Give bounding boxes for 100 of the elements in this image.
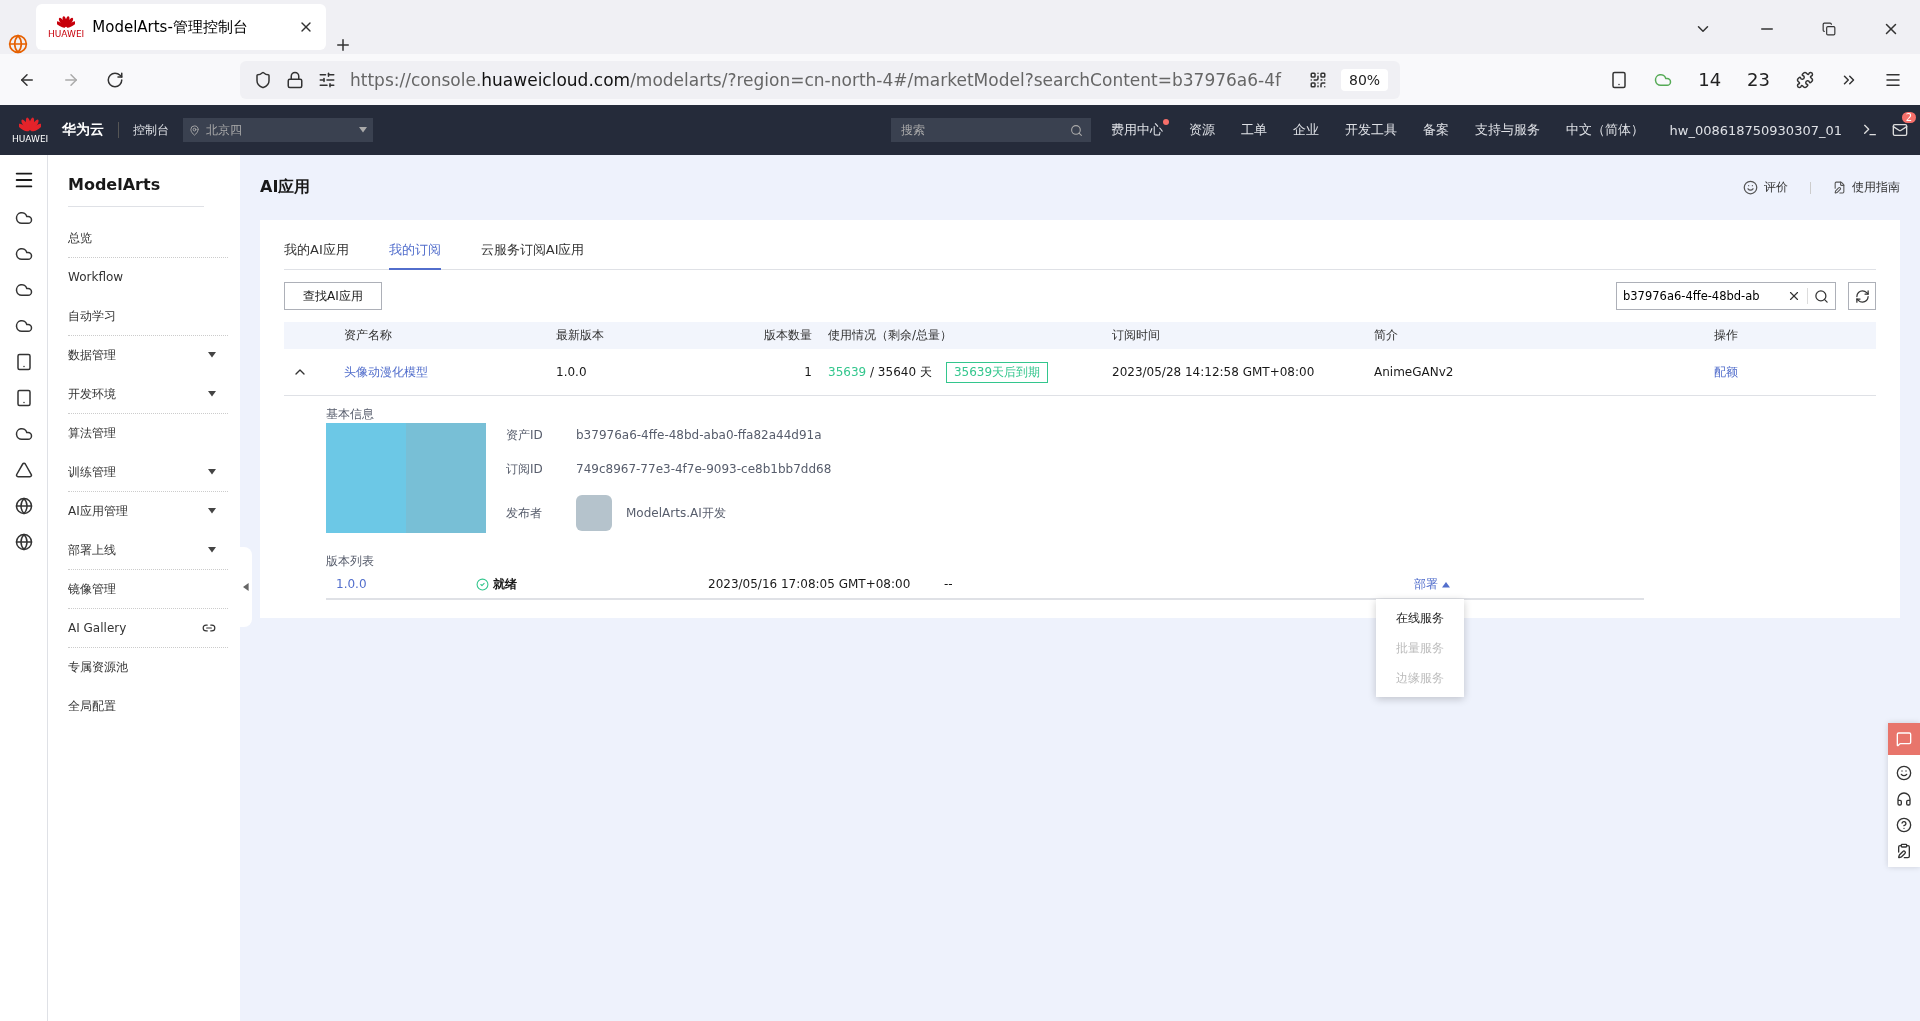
tab[interactable]: 我的订阅 <box>388 231 441 270</box>
menu-item[interactable]: 在线服务 <box>1376 603 1464 633</box>
address-bar[interactable]: https://console.huaweicloud.com/modelarts/?region=cn-north-4#/marketModel?searchContent=b37976a6-4f 80% <box>240 60 1400 99</box>
cloud-icon[interactable] <box>14 317 33 335</box>
smile-icon[interactable] <box>1896 765 1912 781</box>
logo-text: HUAWEI <box>48 29 85 40</box>
huawei-logo-icon <box>57 14 76 30</box>
new-tab-icon[interactable] <box>334 36 352 54</box>
tab-title: ModelArts-管理控制台 <box>92 17 249 37</box>
qr-code-icon[interactable] <box>1309 70 1327 89</box>
tablet-icon[interactable] <box>14 353 33 371</box>
caret-icon <box>1441 581 1450 588</box>
nav-item[interactable]: 中文（简体） <box>1559 121 1650 139</box>
nav-item[interactable]: 备案 <box>1416 121 1455 139</box>
sidebar-item[interactable]: 数据管理 <box>68 336 228 375</box>
mail-icon[interactable] <box>1892 122 1908 138</box>
sidebar-item[interactable]: 总览 <box>68 219 228 258</box>
version-link[interactable]: 1.0.0 <box>336 577 367 591</box>
lock-icon <box>286 70 304 89</box>
sidebar-item[interactable]: 全局配置 <box>68 687 228 726</box>
rate-link[interactable]: 评价 <box>1743 179 1788 196</box>
chat-button[interactable] <box>1888 723 1920 755</box>
sidebar-item[interactable]: AI Gallery <box>68 609 228 648</box>
extension-count[interactable]: 14 <box>1698 69 1722 90</box>
nav-item[interactable]: 费用中心 <box>1104 121 1169 139</box>
console-link[interactable]: 控制台 <box>133 121 170 139</box>
nav-item[interactable]: hw_008618750930307_01 <box>1663 122 1848 138</box>
avatar-placeholder <box>576 495 612 532</box>
sidebar-item[interactable]: Workflow <box>68 258 228 297</box>
find-button[interactable]: 查找AI应用 <box>284 282 382 310</box>
reload-icon[interactable] <box>106 70 124 89</box>
nav-item[interactable]: 企业 <box>1286 121 1325 139</box>
link-icon <box>202 621 216 635</box>
sidebar-item[interactable]: 专属资源池 <box>68 648 228 687</box>
expiry-tag: 35639天后到期 <box>945 361 1049 383</box>
field-label: 资产ID <box>506 426 544 444</box>
caret-icon <box>208 547 216 553</box>
quota-link[interactable]: 配额 <box>1714 363 1738 381</box>
table-cell-text: 1.0.0 <box>555 365 588 379</box>
table-cell-text: AnimeGANv2 <box>1373 365 1455 379</box>
search-box[interactable]: 搜索 <box>890 118 1091 142</box>
mail-badge: 2 <box>1901 112 1916 123</box>
column-header: 简介 <box>1373 327 1399 344</box>
restore-icon[interactable] <box>1822 22 1836 36</box>
globe-icon[interactable] <box>14 497 33 515</box>
extension-count[interactable]: 23 <box>1747 69 1770 90</box>
collapse-handle[interactable] <box>240 547 252 627</box>
terminal-icon[interactable] <box>1862 122 1878 138</box>
help-icon[interactable] <box>1896 817 1912 833</box>
nav-item[interactable]: 支持与服务 <box>1468 121 1546 139</box>
search-icon[interactable] <box>1814 288 1829 304</box>
edit-icon[interactable] <box>1896 843 1912 859</box>
usage-text: 35639 / 35640 天 <box>828 363 932 381</box>
caret-icon <box>208 391 216 397</box>
tablet-icon[interactable] <box>14 389 33 407</box>
zoom-level[interactable]: 80% <box>1341 68 1389 91</box>
sidebar-title: ModelArts <box>68 171 204 207</box>
nav-item[interactable]: 工单 <box>1234 121 1273 139</box>
search-field[interactable]: 搜索 <box>898 122 1070 138</box>
column-header: 使用情况（剩余/总量） <box>827 327 954 344</box>
nav-item[interactable]: 资源 <box>1182 121 1221 139</box>
sidebar-item[interactable]: 开发环境 <box>68 375 228 414</box>
sidebar-item[interactable]: 自动学习 <box>68 297 228 336</box>
refresh-button[interactable] <box>1848 282 1876 310</box>
triangle-icon[interactable] <box>14 461 33 479</box>
nav-item[interactable]: 开发工具 <box>1338 121 1403 139</box>
field-label: 发布者 <box>506 504 543 522</box>
url-text: https://console.huaweicloud.com/modelarts/?region=cn-north-4#/marketModel?searchContent=b37976a6-4f <box>350 69 1281 90</box>
collapse-arrow-icon <box>243 583 249 591</box>
search-box[interactable]: b37976a6-4ffe-48bd-ab <box>1616 282 1836 310</box>
tab[interactable]: 我的AI应用 <box>284 231 349 270</box>
browser-logo-icon <box>8 34 28 54</box>
table-cell-text: 2023/05/28 14:12:58 GMT+08:00 <box>1111 365 1316 379</box>
table-cell-text: -- <box>944 577 954 591</box>
field-label: 订阅ID <box>506 461 544 478</box>
tab[interactable]: 云服务订阅AI应用 <box>480 231 585 270</box>
cloud-icon[interactable] <box>14 425 33 443</box>
region-select[interactable]: 北京四 <box>183 118 374 142</box>
sidebar-item[interactable]: 镜像管理 <box>68 570 228 609</box>
caret-icon <box>208 508 216 514</box>
sidebar-item[interactable]: 训练管理 <box>68 453 228 492</box>
smile-icon <box>1743 180 1758 195</box>
field-value: 749c8967-77e3-4f7e-9093-ce8b1bb7dd68 <box>576 462 832 477</box>
sidebar-item[interactable]: 部署上线 <box>68 531 228 570</box>
asset-link[interactable]: 头像动漫化模型 <box>344 363 428 381</box>
sidebar-item[interactable]: AI应用管理 <box>68 492 228 531</box>
table-cell-text: 1 <box>803 365 813 379</box>
browser-tab[interactable]: HUAWEI ModelArts-管理控制台 <box>36 4 326 50</box>
headset-icon[interactable] <box>1896 791 1912 807</box>
brand-name[interactable]: 华为云 <box>62 121 105 139</box>
guide-link[interactable]: 使用指南 <box>1833 179 1900 196</box>
table-cell-text: 2023/05/16 17:08:05 GMT+08:00 <box>708 577 912 591</box>
cloud-icon[interactable] <box>14 209 33 227</box>
page-title: AI应用 <box>260 177 312 198</box>
column-header: 最新版本 <box>555 327 605 344</box>
section-title: 版本列表 <box>326 553 375 570</box>
deploy-link[interactable]: 部署 <box>1414 576 1450 591</box>
sidebar-item[interactable]: 算法管理 <box>68 414 228 453</box>
puzzle-icon[interactable] <box>1796 70 1814 89</box>
edit-icon <box>1833 181 1846 194</box>
